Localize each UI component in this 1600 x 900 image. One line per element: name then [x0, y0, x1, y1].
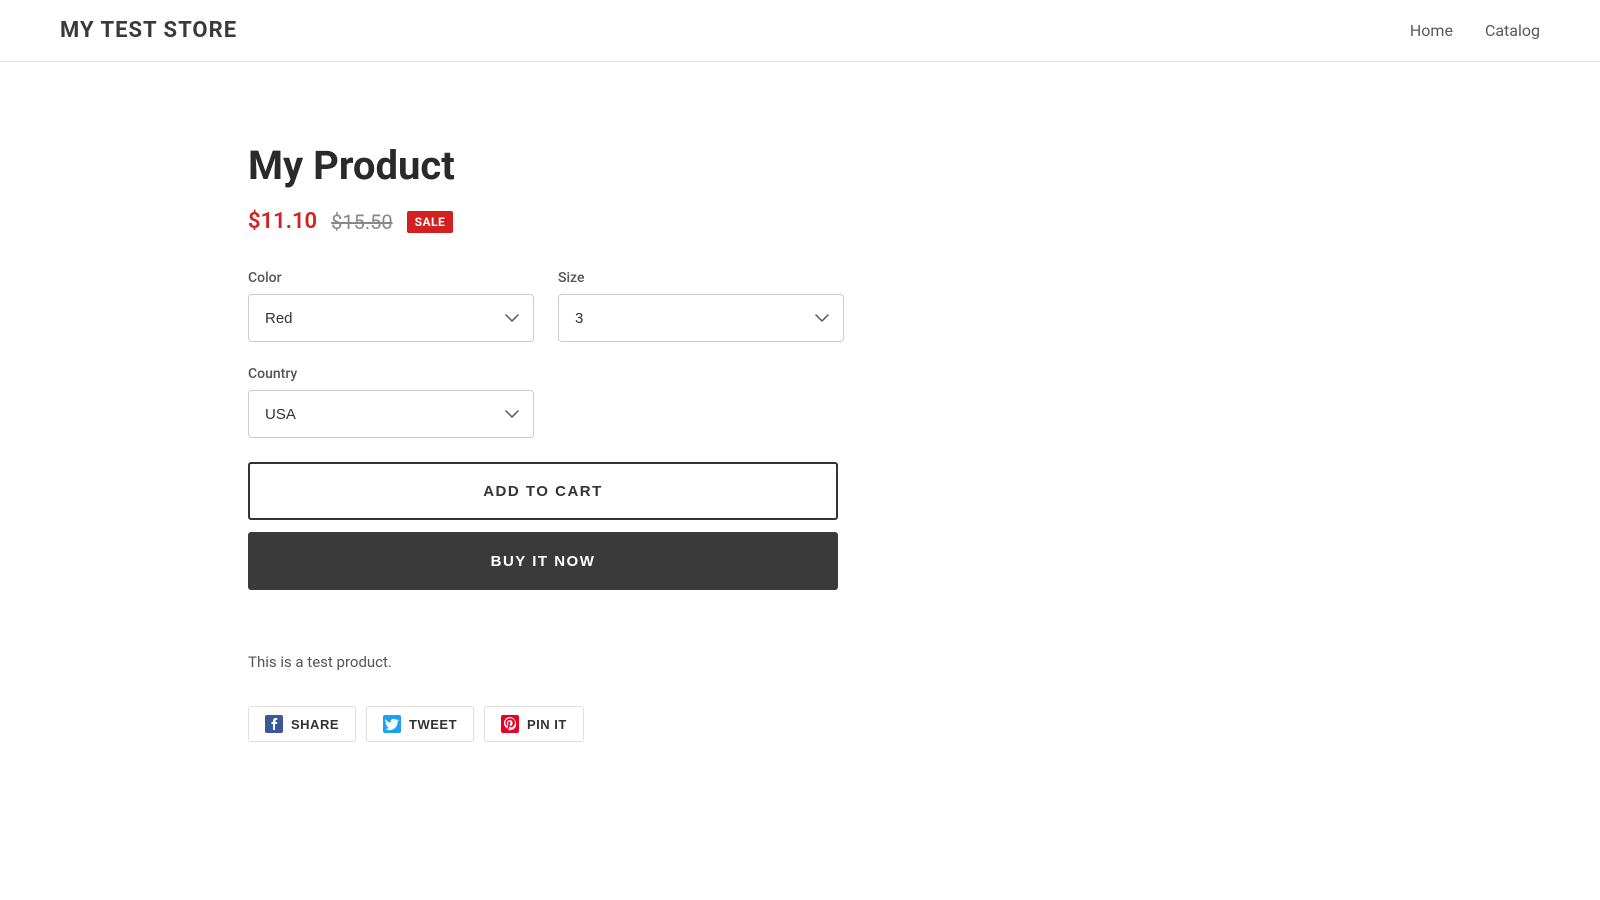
- twitter-share-button[interactable]: TWEET: [366, 706, 474, 742]
- sale-price: $11.10: [248, 209, 317, 234]
- store-logo[interactable]: MY TEST STORE: [60, 18, 237, 43]
- twitter-share-label: TWEET: [409, 717, 457, 732]
- color-label: Color: [248, 270, 534, 286]
- product-description: This is a test product.: [248, 650, 840, 674]
- pinterest-icon: [501, 715, 519, 733]
- nav-catalog[interactable]: Catalog: [1485, 21, 1540, 40]
- share-section: SHARE TWEET PIN IT: [248, 706, 840, 742]
- facebook-share-button[interactable]: SHARE: [248, 706, 356, 742]
- product-page: My Product $11.10 $15.50 SALE Color Red …: [0, 62, 900, 802]
- pinterest-share-button[interactable]: PIN IT: [484, 706, 584, 742]
- buy-now-button[interactable]: BUY IT NOW: [248, 532, 838, 590]
- nav-home[interactable]: Home: [1410, 21, 1453, 40]
- facebook-share-label: SHARE: [291, 717, 339, 732]
- site-header: MY TEST STORE Home Catalog: [0, 0, 1600, 62]
- country-select[interactable]: USA Canada UK Australia: [248, 390, 534, 438]
- price-section: $11.10 $15.50 SALE: [248, 209, 840, 234]
- size-group: Size 1 2 3 4 5: [558, 270, 844, 342]
- color-group: Color Red Blue Green: [248, 270, 534, 342]
- product-title: My Product: [248, 142, 840, 189]
- variant-row-1: Color Red Blue Green Size 1 2 3 4 5: [248, 270, 840, 342]
- country-group: Country USA Canada UK Australia: [248, 366, 534, 438]
- variant-row-2: Country USA Canada UK Australia: [248, 366, 840, 438]
- sale-badge: SALE: [407, 211, 454, 233]
- size-select[interactable]: 1 2 3 4 5: [558, 294, 844, 342]
- size-label: Size: [558, 270, 844, 286]
- country-label: Country: [248, 366, 534, 382]
- main-nav: Home Catalog: [1410, 21, 1540, 40]
- add-to-cart-button[interactable]: ADD TO CART: [248, 462, 838, 520]
- facebook-icon: [265, 715, 283, 733]
- original-price: $15.50: [331, 210, 392, 234]
- purchase-buttons: ADD TO CART BUY IT NOW: [248, 462, 840, 590]
- twitter-icon: [383, 715, 401, 733]
- variant-section: Color Red Blue Green Size 1 2 3 4 5: [248, 270, 840, 438]
- pinterest-share-label: PIN IT: [527, 717, 567, 732]
- color-select[interactable]: Red Blue Green: [248, 294, 534, 342]
